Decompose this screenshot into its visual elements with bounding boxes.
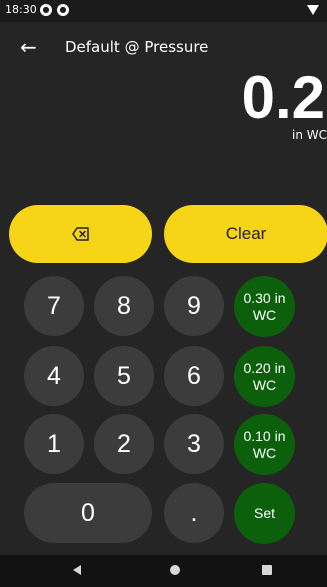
key-2[interactable]: 2 <box>94 414 154 474</box>
notification-icon: ● <box>57 4 69 16</box>
key-7[interactable]: 7 <box>24 276 84 336</box>
key-5[interactable]: 5 <box>94 346 154 406</box>
preset-010-button[interactable]: 0.10 in WC <box>234 414 295 475</box>
key-1[interactable]: 1 <box>24 414 84 474</box>
notification-icon: ● <box>40 4 52 16</box>
key-6[interactable]: 6 <box>164 346 224 406</box>
preset-label: 0.30 in WC <box>243 289 286 323</box>
preset-030-button[interactable]: 0.30 in WC <box>234 276 295 337</box>
square-recents-icon[interactable] <box>262 565 272 575</box>
clear-button[interactable]: Clear <box>164 205 327 263</box>
key-0[interactable]: 0 <box>24 483 152 543</box>
set-label: Set <box>253 505 275 521</box>
triangle-back-icon[interactable] <box>73 565 81 575</box>
preset-label: 0.20 in WC <box>243 359 286 393</box>
page-title: Default @ Pressure <box>65 38 209 56</box>
backspace-icon <box>71 227 89 241</box>
preset-label: 0.10 in WC <box>243 427 286 461</box>
preset-020-button[interactable]: 0.20 in WC <box>234 346 295 407</box>
pressure-value: 0.2 <box>241 64 325 131</box>
back-arrow-icon[interactable]: ← <box>20 36 44 60</box>
key-4[interactable]: 4 <box>24 346 84 406</box>
system-nav-bar <box>0 555 327 587</box>
pressure-unit: in WC <box>292 128 327 142</box>
circle-home-icon[interactable] <box>170 565 180 575</box>
signal-icon <box>307 5 319 15</box>
key-8[interactable]: 8 <box>94 276 154 336</box>
set-button[interactable]: Set <box>234 483 295 544</box>
status-bar: 18:30 ● ● <box>0 0 327 22</box>
key-decimal[interactable]: . <box>164 483 224 543</box>
status-time: 18:30 <box>5 3 37 16</box>
key-9[interactable]: 9 <box>164 276 224 336</box>
key-3[interactable]: 3 <box>164 414 224 474</box>
backspace-button[interactable] <box>9 205 152 263</box>
